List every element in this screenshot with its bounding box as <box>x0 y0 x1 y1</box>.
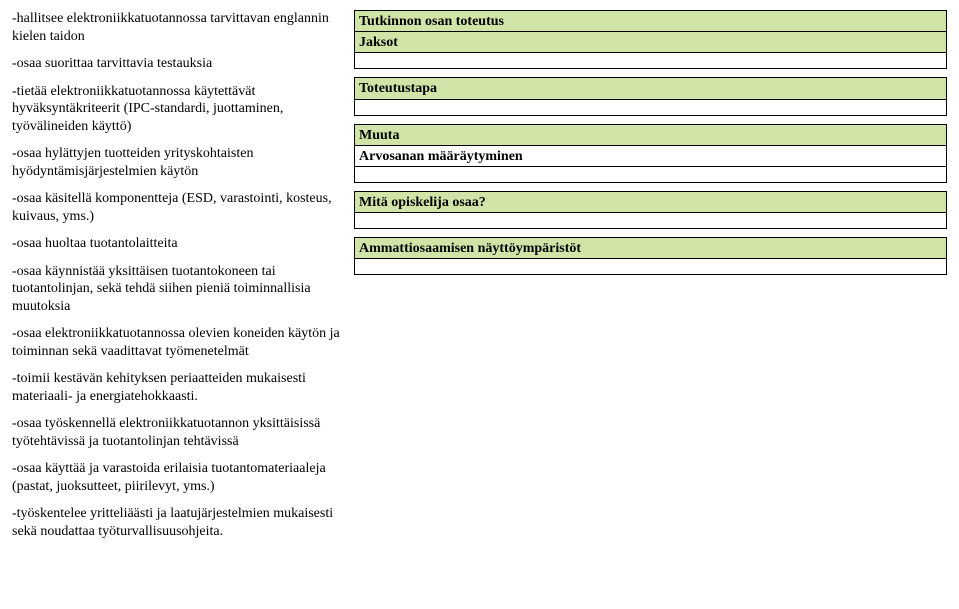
heading-ammattiosaamisen-nayttoymparistot: Ammattiosaamisen näyttöympäristöt <box>354 237 947 259</box>
heading-toteutustapa: Toteutustapa <box>354 77 947 99</box>
left-column: -hallitsee elektroniikkatuotannossa tarv… <box>12 10 342 550</box>
empty-cell <box>354 213 947 229</box>
competency-item: -toimii kestävän kehityksen periaatteide… <box>12 370 342 405</box>
competency-item: -hallitsee elektroniikkatuotannossa tarv… <box>12 10 342 45</box>
competency-item: -osaa käsitellä komponentteja (ESD, vara… <box>12 190 342 225</box>
competency-item: -osaa käyttää ja varastoida erilaisia tu… <box>12 460 342 495</box>
empty-cell <box>354 53 947 69</box>
section-nayttoymparistot: Ammattiosaamisen näyttöympäristöt <box>354 237 947 275</box>
empty-cell <box>354 167 947 183</box>
competency-item: -osaa hylättyjen tuotteiden yrityskohtai… <box>12 145 342 180</box>
heading-arvosanan-maaraytyminen: Arvosanan määräytyminen <box>354 146 947 167</box>
right-column: Tutkinnon osan toteutus Jaksot Toteutust… <box>354 10 947 550</box>
heading-jaksot: Jaksot <box>354 32 947 53</box>
section-mita-opiskelija-osaa: Mitä opiskelija osaa? <box>354 191 947 229</box>
section-muuta: Muuta Arvosanan määräytyminen <box>354 124 947 183</box>
competency-item: -osaa elektroniikkatuotannossa olevien k… <box>12 325 342 360</box>
competency-item: -osaa työskennellä elektroniikkatuotanno… <box>12 415 342 450</box>
heading-mita-opiskelija-osaa: Mitä opiskelija osaa? <box>354 191 947 213</box>
page-root: -hallitsee elektroniikkatuotannossa tarv… <box>0 0 959 550</box>
section-toteutustapa: Toteutustapa <box>354 77 947 115</box>
competency-item: -tietää elektroniikkatuotannossa käytett… <box>12 83 342 136</box>
competency-item: -osaa suorittaa tarvittavia testauksia <box>12 55 342 73</box>
section-toteutus: Tutkinnon osan toteutus Jaksot <box>354 10 947 69</box>
heading-muuta: Muuta <box>354 124 947 146</box>
heading-tutkinnon-osan-toteutus: Tutkinnon osan toteutus <box>354 10 947 32</box>
competency-item: -työskentelee yritteliäästi ja laatujärj… <box>12 505 342 540</box>
competency-item: -osaa käynnistää yksittäisen tuotantokon… <box>12 263 342 316</box>
empty-cell <box>354 100 947 116</box>
competency-item: -osaa huoltaa tuotantolaitteita <box>12 235 342 253</box>
empty-cell <box>354 259 947 275</box>
